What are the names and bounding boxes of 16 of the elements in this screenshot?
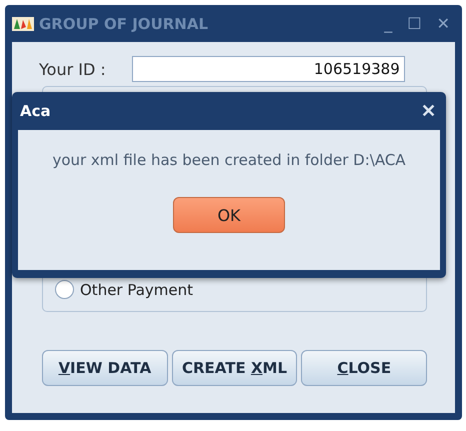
radio-label[interactable]: Other Payment: [80, 280, 194, 298]
ok-button[interactable]: OK: [173, 197, 285, 233]
dialog-title: Aca: [19, 102, 51, 120]
radio-button[interactable]: [55, 280, 74, 299]
dialog-close-button[interactable]: ✕: [417, 100, 440, 122]
minimize-button[interactable]: _: [379, 14, 398, 33]
window-title: GROUP OF JOURNAL: [39, 14, 210, 32]
id-label: Your ID :: [39, 60, 106, 78]
view-data-button[interactable]: VIEW DATA: [42, 350, 168, 386]
app-logo-icon: [12, 16, 34, 30]
id-field[interactable]: 106519389: [132, 56, 405, 82]
dialog-message: your xml file has been created in folder D:\ACA: [52, 151, 406, 169]
maximize-button[interactable]: ☐: [402, 14, 427, 33]
close-button[interactable]: CLOSE: [301, 350, 428, 386]
create-xml-button[interactable]: CREATE XML: [172, 350, 298, 386]
close-button[interactable]: ✕: [432, 14, 455, 33]
